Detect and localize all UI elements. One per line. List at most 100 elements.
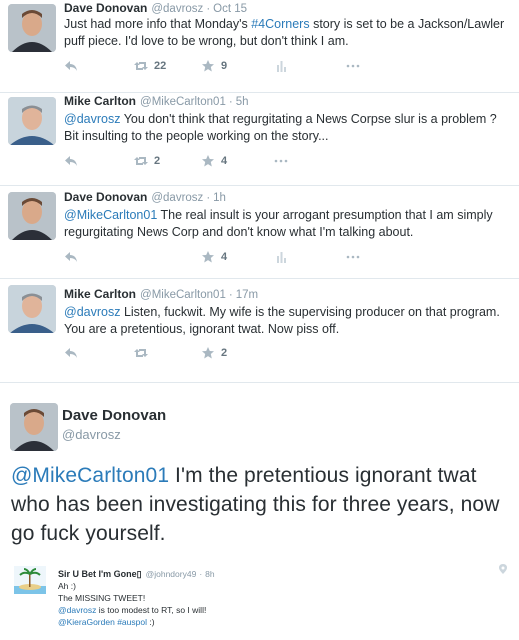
favorite-icon [202, 251, 214, 263]
tweet-actions: 22 9 [64, 60, 484, 76]
stats-button[interactable] [274, 251, 288, 263]
location-pin-icon[interactable] [499, 564, 507, 574]
tweet-line: Ah :) [58, 581, 76, 591]
timestamp[interactable]: 8h [205, 569, 214, 579]
author-handle[interactable]: @davrosz [151, 192, 203, 204]
author-name[interactable]: Dave Donovan [62, 407, 166, 424]
avatar[interactable] [8, 4, 56, 52]
favorite-icon [202, 347, 214, 359]
reply-icon [65, 252, 77, 262]
favorite-count: 2 [221, 347, 228, 359]
avatar[interactable] [10, 403, 58, 451]
separator-dot: · [206, 192, 211, 204]
favorite-count: 4 [221, 155, 228, 167]
tweet-text: @davrosz You don't think that regurgitat… [64, 111, 512, 145]
timestamp[interactable]: 17m [236, 289, 258, 301]
mention-link[interactable]: @davrosz [64, 112, 120, 126]
quoted-tweet[interactable]: Sir U Bet I'm Gone▯ @johndory49 · 8h Ah :) … [0, 560, 519, 640]
tweet-text: @MikeCarlton01 The real insult is your a… [64, 207, 512, 241]
author-name[interactable]: Mike Carlton [64, 287, 136, 301]
tweet-2[interactable]: Mike Carlton @MikeCarlton01 · 5h @davrosz Y… [0, 93, 519, 185]
author-handle[interactable]: @davrosz [62, 427, 121, 442]
avatar[interactable] [8, 285, 56, 333]
island-icon [14, 566, 46, 594]
tweet-actions: 2 4 [64, 155, 484, 171]
more-button[interactable] [274, 155, 288, 167]
more-button[interactable] [346, 60, 360, 72]
favorite-count: 9 [221, 60, 228, 72]
tweet-actions: 4 [64, 251, 484, 267]
retweet-icon [134, 62, 148, 70]
tweet-line: The MISSING TWEET! [58, 593, 146, 603]
more-icon [346, 64, 360, 68]
reply-button[interactable] [64, 347, 78, 359]
tweet-text-part: is too modest to RT, so I will! [96, 605, 207, 615]
stats-button[interactable] [274, 60, 288, 72]
tweet-text: Ah :) The MISSING TWEET! @davrosz is too… [58, 580, 206, 628]
reply-button[interactable] [64, 155, 78, 167]
favorite-icon [202, 155, 214, 167]
retweet-count: 22 [154, 60, 167, 72]
separator-dot: · [228, 289, 233, 301]
tweet-3[interactable]: Dave Donovan @davrosz · 1h @MikeCarlton01 T… [0, 186, 519, 278]
retweet-count: 2 [154, 155, 161, 167]
avatar[interactable] [14, 566, 46, 594]
mention-link[interactable]: @KieraGorden [58, 617, 115, 627]
reply-icon [65, 61, 77, 71]
favorite-icon [202, 60, 214, 72]
author-handle[interactable]: @johndory49 [146, 569, 197, 579]
retweet-icon [134, 349, 148, 357]
tweet-line: @davrosz is too modest to RT, so I will! [58, 604, 206, 616]
avatar[interactable] [8, 97, 56, 145]
separator-dot: · [228, 96, 233, 108]
tweet-1[interactable]: Dave Donovan @davrosz · Oct 15 Just had mor… [0, 0, 519, 92]
author-name[interactable]: Mike Carlton [64, 94, 136, 108]
timestamp[interactable]: Oct 15 [213, 3, 247, 15]
reply-button[interactable] [64, 60, 78, 72]
retweet-button[interactable] [134, 347, 148, 359]
tweet-text-part: :) [146, 617, 155, 627]
stats-icon [277, 252, 286, 263]
favorite-button[interactable]: 9 [201, 60, 227, 72]
tweet-line: @KieraGorden #auspol :) [58, 616, 206, 628]
separator-dot: · [199, 569, 203, 579]
mention-link[interactable]: @MikeCarlton01 [64, 208, 157, 222]
reply-icon [65, 348, 77, 358]
avatar[interactable] [8, 192, 56, 240]
reply-icon [65, 156, 77, 166]
more-icon [274, 159, 288, 163]
retweet-icon [134, 157, 148, 165]
author-handle[interactable]: @MikeCarlton01 [140, 289, 226, 301]
mention-link[interactable]: @davrosz [58, 605, 96, 615]
more-icon [346, 255, 360, 259]
tweet-text: @MikeCarlton01 I'm the pretentious ignor… [11, 461, 511, 548]
expanded-tweet[interactable]: Dave Donovan @davrosz @MikeCarlton01 I'm… [0, 383, 519, 560]
favorite-button[interactable]: 2 [201, 347, 227, 359]
author-handle[interactable]: @MikeCarlton01 [140, 96, 226, 108]
reply-button[interactable] [64, 251, 78, 263]
author-handle[interactable]: @davrosz [151, 3, 203, 15]
mention-link[interactable]: @MikeCarlton01 [11, 464, 169, 487]
favorite-button[interactable]: 4 [201, 155, 227, 167]
hashtag-link[interactable]: #4Corners [251, 17, 309, 31]
tweet-actions: 2 [64, 347, 484, 363]
author-name[interactable]: Dave Donovan [64, 1, 147, 15]
tweet-text-part: Just had more info that Monday's [64, 17, 252, 31]
favorite-count: 4 [221, 251, 228, 263]
stats-icon [277, 61, 286, 72]
author-name[interactable]: Dave Donovan [64, 190, 147, 204]
retweet-button[interactable]: 2 [134, 155, 160, 167]
hashtag-link[interactable]: #auspol [117, 617, 147, 627]
tweet-4[interactable]: Mike Carlton @MikeCarlton01 · 17m @davrosz … [0, 279, 519, 371]
timestamp[interactable]: 1h [213, 192, 226, 204]
tweet-text: @davrosz Listen, fuckwit. My wife is the… [64, 304, 512, 338]
retweet-button[interactable]: 22 [134, 60, 166, 72]
separator-dot: · [206, 3, 211, 15]
tweet-text: Just had more info that Monday's #4Corne… [64, 16, 509, 50]
favorite-button[interactable]: 4 [201, 251, 227, 263]
timestamp[interactable]: 5h [236, 96, 249, 108]
more-button[interactable] [346, 251, 360, 263]
author-name[interactable]: Sir U Bet I'm Gone▯ [58, 569, 142, 579]
tweet-text-part: You don't think that regurgitating a New… [64, 112, 497, 143]
mention-link[interactable]: @davrosz [64, 305, 120, 319]
